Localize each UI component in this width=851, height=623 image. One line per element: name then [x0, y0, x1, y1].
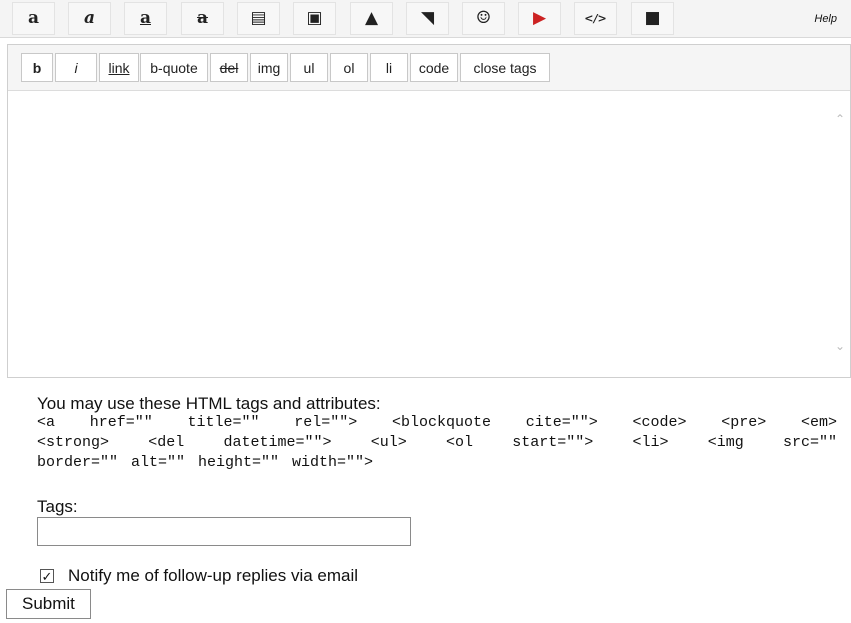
font-strike-icon: a [196, 8, 208, 28]
formatting-toolbar: a a a a ▤ ▣ ▲ ◥ ☺ ▶ </> ■ Help [0, 0, 851, 38]
code-icon: </> [584, 12, 607, 25]
allowed-tags-line: <a href="" title="" rel=""> <blockquote … [37, 414, 837, 431]
font-size-up-icon: a [27, 8, 39, 28]
quicktag-img[interactable]: img [250, 53, 288, 82]
document-icon: ▣ [306, 8, 323, 28]
document-button[interactable]: ▣ [293, 2, 336, 35]
box-icon: ■ [644, 8, 661, 28]
text-block-icon: ▤ [250, 8, 267, 28]
image-button[interactable]: ▲ [350, 2, 393, 35]
youtube-button[interactable]: ▶ [518, 2, 561, 35]
submit-button[interactable]: Submit [6, 589, 91, 619]
allowed-tags-intro: You may use these HTML tags and attribut… [37, 394, 381, 413]
font-italic-icon: a [83, 8, 95, 28]
smiley-button[interactable]: ☺ [462, 2, 505, 35]
tags-input[interactable] [37, 517, 411, 546]
font-italic-button[interactable]: a [68, 2, 111, 35]
photo-button[interactable]: ◥ [406, 2, 449, 35]
photo-icon: ◥ [420, 8, 435, 28]
scroll-up-icon[interactable]: ⌃ [834, 113, 846, 125]
font-strike-button[interactable]: a [181, 2, 224, 35]
image-icon: ▲ [364, 8, 379, 28]
quicktag-link[interactable]: link [99, 53, 139, 82]
scroll-down-icon[interactable]: ⌄ [834, 340, 846, 352]
code-button[interactable]: </> [574, 2, 617, 35]
quicktag-ul[interactable]: ul [290, 53, 328, 82]
box-button[interactable]: ■ [631, 2, 674, 35]
youtube-icon: ▶ [532, 8, 547, 28]
comment-textarea[interactable] [8, 91, 850, 377]
quicktag-li[interactable]: li [370, 53, 408, 82]
notify-row: ✓ Notify me of follow-up replies via ema… [40, 566, 358, 586]
quicktag-b-quote[interactable]: b-quote [140, 53, 208, 82]
quicktags-toolbar: b i link b-quote del img ul ol li code close tags [8, 45, 850, 91]
quicktag-ol[interactable]: ol [330, 53, 368, 82]
quicktag-code[interactable]: code [410, 53, 458, 82]
notify-label: Notify me of follow-up replies via email [68, 566, 359, 585]
font-underline-button[interactable]: a [124, 2, 167, 35]
font-size-up-button[interactable]: a [12, 2, 55, 35]
allowed-tags-list: <a href="" title="" rel=""> <blockquote … [37, 413, 837, 473]
text-block-button[interactable]: ▤ [237, 2, 280, 35]
notify-checkbox[interactable]: ✓ [40, 569, 54, 583]
font-underline-icon: a [139, 8, 151, 28]
smiley-icon: ☺ [475, 8, 492, 28]
quicktag-del[interactable]: del [210, 53, 248, 82]
quicktag-i[interactable]: i [55, 53, 97, 82]
quicktag-close-tags[interactable]: close tags [460, 53, 550, 82]
tags-label: Tags: [37, 497, 78, 516]
allowed-tags-line: <strong> <del datetime=""> <ul> <ol star… [37, 434, 837, 451]
quicktag-b[interactable]: b [21, 53, 53, 82]
allowed-tags-line: border="" alt="" height="" width=""> [37, 454, 374, 471]
help-button[interactable]: Help [783, 2, 845, 35]
comment-editor: b i link b-quote del img ul ol li code close tags … [7, 44, 851, 378]
